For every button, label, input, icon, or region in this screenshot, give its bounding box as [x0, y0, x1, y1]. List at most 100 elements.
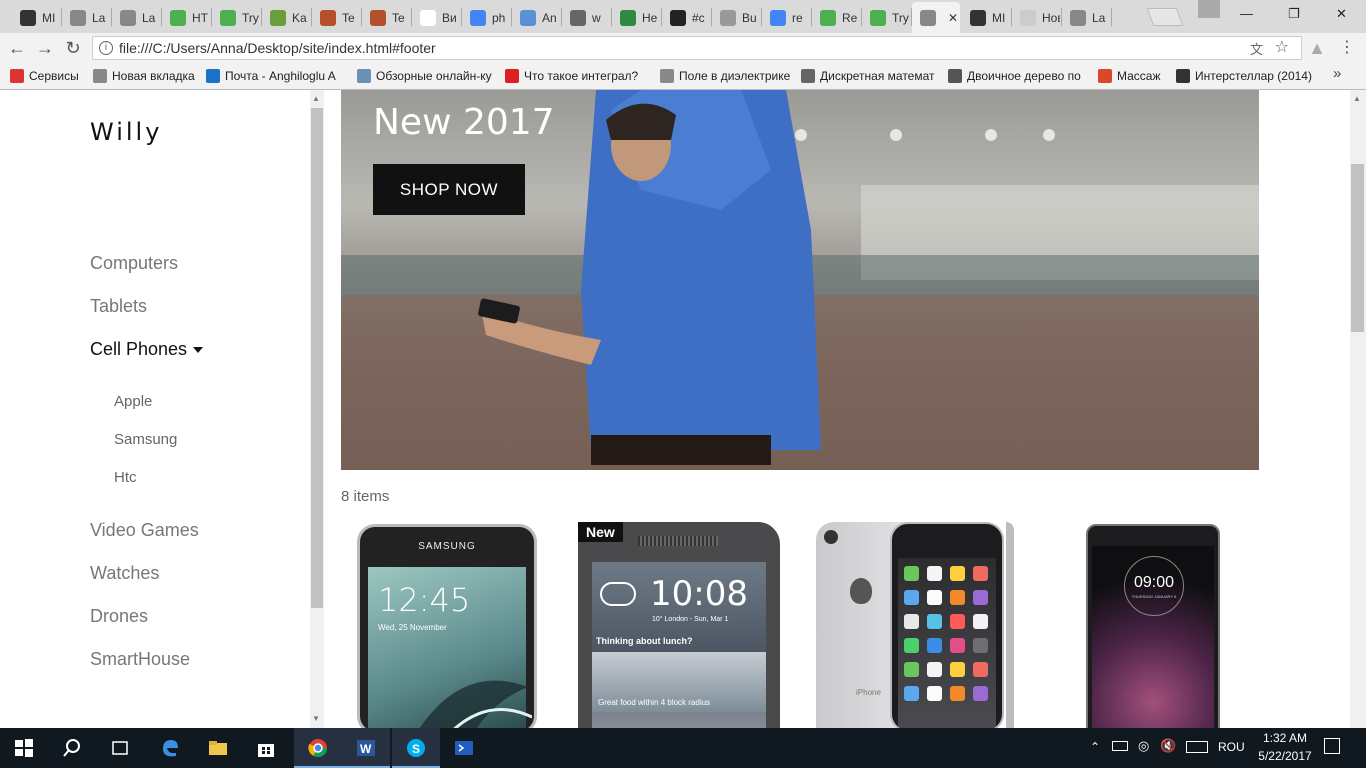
- browser-tab[interactable]: Bu: [712, 2, 760, 33]
- action-center-icon[interactable]: [1324, 738, 1340, 754]
- powershell-taskbar-button[interactable]: [440, 728, 488, 768]
- restore-icon[interactable]: ❐: [1288, 6, 1300, 22]
- browser-tab[interactable]: Ви: [412, 2, 460, 33]
- phone-weather-text: Thinking about lunch?: [596, 636, 693, 646]
- apps-icon: [10, 69, 24, 83]
- bookmark-item[interactable]: Двоичное дерево по: [948, 67, 1090, 85]
- browser-tab[interactable]: w: [562, 2, 610, 33]
- browser-tab[interactable]: Новая: [1012, 2, 1060, 33]
- nav-smarthouse[interactable]: SmartHouse: [90, 649, 190, 670]
- nav-tablets[interactable]: Tablets: [90, 296, 147, 317]
- more-bookmarks-icon[interactable]: »: [1333, 65, 1341, 82]
- phone-screen: 09:00 THURSDAY JANUARY 6: [1092, 546, 1214, 728]
- bookmark-item[interactable]: Поле в диэлектрике: [660, 67, 794, 85]
- store-taskbar-button[interactable]: [242, 728, 290, 768]
- bookmark-item[interactable]: Новая вкладка: [93, 67, 201, 85]
- browser-tab[interactable]: ✕: [912, 2, 960, 33]
- browser-tab[interactable]: He: [612, 2, 660, 33]
- keyboard-icon[interactable]: [1186, 741, 1208, 753]
- browser-tab[interactable]: MI: [12, 2, 60, 33]
- shop-now-button[interactable]: SHOP NOW: [373, 164, 525, 215]
- nav-sub-apple[interactable]: Apple: [114, 393, 152, 410]
- nav-watches[interactable]: Watches: [90, 563, 159, 584]
- scroll-up-icon[interactable]: ▲: [312, 94, 320, 103]
- back-icon[interactable]: ←: [6, 37, 28, 59]
- forward-icon[interactable]: →: [34, 37, 56, 59]
- start-button[interactable]: [0, 728, 48, 768]
- word-taskbar-button[interactable]: W: [342, 728, 390, 768]
- tab-label: MI: [992, 10, 1006, 25]
- app-icon: [950, 638, 965, 653]
- browser-tab[interactable]: Te: [362, 2, 410, 33]
- bookmark-item[interactable]: Обзорные онлайн-ку: [357, 67, 497, 85]
- tab-label: He: [642, 10, 658, 25]
- skype-taskbar-button[interactable]: S: [392, 728, 440, 768]
- browser-tab[interactable]: Re: [812, 2, 860, 33]
- scroll-down-icon[interactable]: ▼: [312, 714, 320, 723]
- browser-tab[interactable]: La: [1062, 2, 1110, 33]
- browser-tab[interactable]: Try: [862, 2, 910, 33]
- extension-icon[interactable]: ▲: [1306, 37, 1328, 59]
- bookmark-item[interactable]: Интерстеллар (2014): [1176, 67, 1316, 85]
- search-button[interactable]: [48, 728, 96, 768]
- close-window-icon[interactable]: ✕: [1336, 6, 1347, 22]
- volume-muted-icon[interactable]: 🔇: [1160, 738, 1176, 754]
- clock-date[interactable]: 5/22/2017: [1249, 749, 1321, 763]
- profile-avatar-icon[interactable]: [1198, 0, 1220, 18]
- sidebar-scrollbar-thumb[interactable]: [311, 108, 323, 608]
- chrome-taskbar-button[interactable]: [294, 728, 342, 768]
- nav-cell-phones[interactable]: Cell Phones: [90, 339, 204, 360]
- phone-image: SAMSUNG 12:45 Wed, 25 November: [357, 524, 537, 728]
- nav-video-games[interactable]: Video Games: [90, 520, 199, 541]
- product-card[interactable]: SAMSUNG 12:45 Wed, 25 November: [341, 522, 545, 728]
- minimize-icon[interactable]: —: [1240, 6, 1253, 21]
- address-bar[interactable]: i file:///C:/Users/Anna/Desktop/site/ind…: [92, 36, 1302, 60]
- product-card[interactable]: iPhone: [816, 522, 1020, 728]
- phone-clock: 10:08: [650, 574, 748, 614]
- page-scrollbar-thumb[interactable]: [1351, 164, 1364, 332]
- task-view-button[interactable]: [96, 728, 144, 768]
- doc-icon: [520, 9, 536, 26]
- info-icon[interactable]: i: [99, 41, 113, 55]
- wifi-icon[interactable]: ◎: [1138, 738, 1149, 754]
- input-language[interactable]: ROU: [1218, 740, 1245, 754]
- browser-tab[interactable]: An: [512, 2, 560, 33]
- bookmark-item[interactable]: Почта - Anghiloglu A: [206, 67, 352, 85]
- browser-tab[interactable]: re: [762, 2, 810, 33]
- menu-icon[interactable]: ⋮: [1336, 37, 1358, 59]
- brand-logo[interactable]: Willy: [90, 118, 162, 146]
- bookmark-item[interactable]: Что такое интеграл?: [505, 67, 653, 85]
- page-scroll-up-icon[interactable]: ▲: [1353, 94, 1361, 103]
- bookmark-item[interactable]: Сервисы: [10, 67, 90, 85]
- bookmark-item[interactable]: Массаж: [1098, 67, 1168, 85]
- battery-icon[interactable]: [1112, 741, 1128, 751]
- github-icon: [20, 9, 36, 26]
- product-card[interactable]: 09:00 THURSDAY JANUARY 6: [1086, 522, 1290, 728]
- nav-drones[interactable]: Drones: [90, 606, 148, 627]
- tray-chevron-up-icon[interactable]: ⌃: [1090, 740, 1100, 754]
- product-card[interactable]: 10:08 10° London - Sun, Mar 1 Thinking a…: [578, 522, 782, 728]
- nav-computers[interactable]: Computers: [90, 253, 178, 274]
- bookmark-star-icon[interactable]: ☆: [1275, 37, 1289, 59]
- clock-time[interactable]: 1:32 AM: [1255, 731, 1315, 745]
- translate-icon[interactable]: 文: [1250, 39, 1263, 61]
- browser-tab[interactable]: Ka: [262, 2, 310, 33]
- reload-icon[interactable]: ↻: [62, 37, 84, 59]
- bookmark-item[interactable]: Дискретная математ: [801, 67, 941, 85]
- browser-tab[interactable]: Try: [212, 2, 260, 33]
- file-explorer-taskbar-button[interactable]: [194, 728, 242, 768]
- app-icon: [950, 686, 965, 701]
- nav-sub-samsung[interactable]: Samsung: [114, 431, 177, 448]
- browser-tab[interactable]: Te: [312, 2, 360, 33]
- edge-taskbar-button[interactable]: [146, 728, 194, 768]
- new-tab-button[interactable]: [1146, 8, 1184, 26]
- browser-tab[interactable]: La: [62, 2, 110, 33]
- browser-tab[interactable]: HT: [162, 2, 210, 33]
- browser-tab[interactable]: MI: [962, 2, 1010, 33]
- chrome-icon: [308, 739, 327, 758]
- browser-tab[interactable]: La: [112, 2, 160, 33]
- browser-tab[interactable]: #c: [662, 2, 710, 33]
- close-tab-icon[interactable]: ✕: [948, 11, 958, 25]
- nav-sub-htc[interactable]: Htc: [114, 469, 137, 486]
- browser-tab[interactable]: ph: [462, 2, 510, 33]
